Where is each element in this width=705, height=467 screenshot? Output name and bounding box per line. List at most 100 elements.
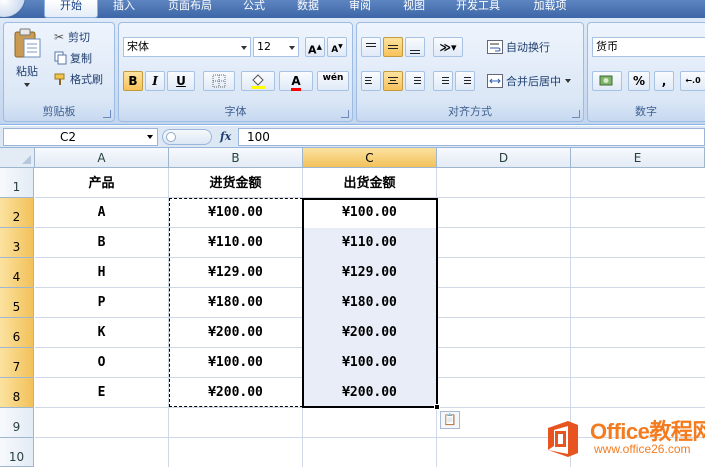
format-painter-button[interactable]: 格式刷: [54, 71, 103, 87]
cell-c5[interactable]: ¥180.00: [303, 288, 436, 318]
row-header-5[interactable]: 5: [0, 288, 34, 318]
column-header-b[interactable]: B: [169, 148, 303, 168]
row-header-10[interactable]: 10: [0, 438, 34, 467]
cell-a4[interactable]: H: [35, 258, 168, 288]
underline-button[interactable]: U: [167, 71, 195, 91]
align-bottom-button[interactable]: [405, 37, 425, 57]
cell-a5[interactable]: P: [35, 288, 168, 318]
cell-b1[interactable]: 进货金额: [169, 168, 302, 198]
cell-a6[interactable]: K: [35, 318, 168, 348]
cell-c2[interactable]: ¥100.00: [303, 198, 436, 228]
column-header-e[interactable]: E: [571, 148, 705, 168]
cell-c6[interactable]: ¥200.00: [303, 318, 436, 348]
align-middle-button[interactable]: [383, 37, 403, 57]
cell-a8[interactable]: E: [35, 378, 168, 408]
cell-c1[interactable]: 出货金额: [303, 168, 436, 198]
cell-c3[interactable]: ¥110.00: [303, 228, 436, 258]
fill-handle[interactable]: [434, 404, 440, 410]
row-header-6[interactable]: 6: [0, 318, 34, 348]
cut-button[interactable]: ✂ 剪切: [54, 29, 90, 45]
tab-home[interactable]: 开始: [44, 0, 98, 18]
increase-decimal-button[interactable]: ←.0: [680, 71, 705, 91]
align-top-button[interactable]: [361, 37, 381, 57]
font-color-button[interactable]: A: [279, 71, 313, 91]
name-box[interactable]: C2: [3, 128, 158, 146]
watermark-url: www.office26.com: [594, 442, 691, 456]
shrink-font-button[interactable]: A▼: [327, 37, 347, 57]
row-header-3[interactable]: 3: [0, 228, 34, 258]
row-header-4[interactable]: 4: [0, 258, 34, 288]
formula-input[interactable]: 100: [238, 128, 705, 146]
phonetic-guide-button[interactable]: wén: [317, 71, 349, 91]
align-right-button[interactable]: [405, 71, 425, 91]
row-header-1[interactable]: 1: [0, 168, 34, 198]
tab-addins[interactable]: 加载项: [524, 0, 576, 18]
column-header-c[interactable]: C: [303, 148, 437, 168]
orientation-icon: ≫▾: [439, 41, 457, 54]
tab-page-layout[interactable]: 页面布局: [158, 0, 222, 18]
insert-function-button[interactable]: fx: [220, 130, 231, 143]
cell-c4[interactable]: ¥129.00: [303, 258, 436, 288]
tab-review[interactable]: 审阅: [340, 0, 380, 18]
wrap-text-label: 自动换行: [506, 41, 550, 54]
grow-font-button[interactable]: A▲: [305, 37, 325, 57]
tab-data[interactable]: 数据: [288, 0, 328, 18]
ribbon-tab-strip: 开始 插入 页面布局 公式 数据 审阅 视图 开发工具 加载项: [0, 0, 705, 18]
number-group: 货币 % , ←.0 数字: [587, 22, 705, 122]
clipboard-dialog-launcher[interactable]: [103, 110, 111, 118]
row-header-8[interactable]: 8: [0, 378, 34, 408]
tab-insert[interactable]: 插入: [104, 0, 144, 18]
office-button[interactable]: [0, 0, 26, 18]
cell-b7[interactable]: ¥100.00: [169, 348, 302, 378]
column-header-a[interactable]: A: [35, 148, 169, 168]
paste-options-button[interactable]: 📋: [440, 411, 460, 429]
select-all-button[interactable]: [0, 148, 35, 168]
cell-a2[interactable]: A: [35, 198, 168, 228]
paste-dropdown-icon[interactable]: [24, 83, 30, 87]
cell-a1[interactable]: 产品: [35, 168, 168, 198]
row-header-2[interactable]: 2: [0, 198, 34, 228]
tab-formulas[interactable]: 公式: [234, 0, 274, 18]
formula-bar-splitter[interactable]: [162, 129, 212, 145]
paste-button[interactable]: 粘贴: [10, 27, 44, 97]
number-format-combo[interactable]: 货币: [592, 37, 705, 57]
alignment-dialog-launcher[interactable]: [572, 110, 580, 118]
cell-b2[interactable]: ¥100.00: [169, 198, 302, 228]
cell-c8[interactable]: ¥200.00: [303, 378, 436, 408]
row-header-9[interactable]: 9: [0, 408, 34, 438]
decrease-indent-button[interactable]: [433, 71, 453, 91]
chevron-down-icon[interactable]: [565, 79, 571, 83]
chevron-down-icon: [289, 46, 295, 50]
italic-button[interactable]: I: [145, 71, 165, 91]
font-size-combo[interactable]: 12: [253, 37, 299, 57]
column-header-d[interactable]: D: [437, 148, 571, 168]
borders-button[interactable]: [203, 71, 235, 91]
cell-c7[interactable]: ¥100.00: [303, 348, 436, 378]
tab-view[interactable]: 视图: [394, 0, 434, 18]
merge-center-button[interactable]: 合并后居中: [487, 73, 571, 89]
increase-indent-button[interactable]: [455, 71, 475, 91]
cell-b8[interactable]: ¥200.00: [169, 378, 302, 408]
align-center-button[interactable]: [383, 71, 403, 91]
name-box-dropdown-icon[interactable]: [147, 135, 153, 139]
cell-a7[interactable]: O: [35, 348, 168, 378]
font-dialog-launcher[interactable]: [341, 110, 349, 118]
orientation-button[interactable]: ≫▾: [433, 37, 463, 57]
percent-style-button[interactable]: %: [628, 71, 650, 91]
cell-a3[interactable]: B: [35, 228, 168, 258]
font-name-combo[interactable]: 宋体: [123, 37, 251, 57]
cell-b4[interactable]: ¥129.00: [169, 258, 302, 288]
cell-b3[interactable]: ¥110.00: [169, 228, 302, 258]
comma-style-button[interactable]: ,: [654, 71, 674, 91]
cell-b5[interactable]: ¥180.00: [169, 288, 302, 318]
align-left-button[interactable]: [361, 71, 381, 91]
cell-b6[interactable]: ¥200.00: [169, 318, 302, 348]
accounting-format-button[interactable]: [592, 71, 622, 91]
tab-developer[interactable]: 开发工具: [446, 0, 510, 18]
bold-button[interactable]: B: [123, 71, 143, 91]
number-group-label: 数字: [635, 105, 657, 118]
fill-color-button[interactable]: [241, 71, 275, 91]
wrap-text-button[interactable]: 自动换行: [487, 39, 550, 55]
copy-button[interactable]: 复制: [54, 50, 92, 66]
row-header-7[interactable]: 7: [0, 348, 34, 378]
